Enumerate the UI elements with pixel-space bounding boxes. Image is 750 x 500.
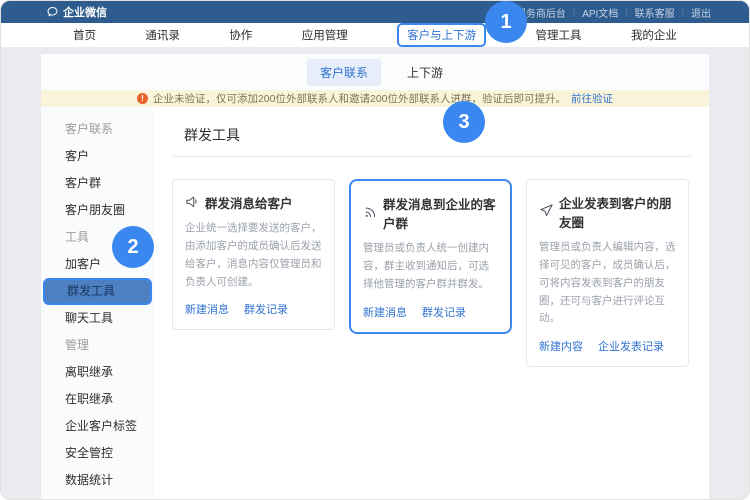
- card-links: 新建消息 群发记录: [185, 301, 322, 317]
- sidebar-group-customer-contact: 客户联系: [41, 116, 154, 143]
- message-history-link[interactable]: 群发记录: [244, 301, 288, 317]
- nav-item-customers-updownstream[interactable]: 客户与上下游: [397, 23, 486, 47]
- separator: |: [573, 7, 575, 17]
- notice-text: 企业未验证，仅可添加200位外部联系人和邀请200位外部联系人进群，验证后即可提…: [153, 91, 566, 106]
- sidebar-item-group-messaging[interactable]: 群发工具: [43, 278, 152, 305]
- go-verify-link[interactable]: 前往验证: [571, 91, 613, 106]
- new-content-link[interactable]: 新建内容: [539, 338, 583, 354]
- title-divider: [172, 156, 691, 157]
- card-title-row: 群发消息给客户: [185, 193, 322, 212]
- wework-admin-window: 企业微信 服务商后台 | API文档 | 联系客服 | 退出 首页 通讯录 协作…: [0, 0, 750, 500]
- card-description: 管理员或负责人统一创建内容，群主收到通知后，可选择他管理的客户群并群发。: [363, 240, 498, 294]
- tool-cards: 群发消息给客户 企业统一选择要发送的客户，由添加客户的成员确认后发送给客户，消息…: [172, 179, 691, 367]
- app-logo-text: 企业微信: [63, 4, 107, 20]
- page-title: 群发工具: [184, 125, 691, 145]
- tab-customer-contact[interactable]: 客户联系: [307, 59, 381, 86]
- contact-support-link[interactable]: 联系客服: [635, 5, 675, 20]
- panel-body: 客户联系 客户 客户群 客户朋友圈 工具 加客户 群发工具 聊天工具 管理 离职…: [41, 107, 709, 500]
- card-title: 群发消息给客户: [205, 193, 293, 212]
- separator: |: [682, 7, 684, 17]
- megaphone-icon: [185, 194, 200, 212]
- topbar: 企业微信 服务商后台 | API文档 | 联系客服 | 退出: [1, 1, 749, 23]
- annotation-badge-1: 1: [485, 1, 527, 43]
- card-title-row: 企业发表到客户的朋友圈: [539, 193, 676, 231]
- sidebar-item-resigned-inheritance[interactable]: 离职继承: [41, 359, 154, 386]
- app-logo: 企业微信: [46, 4, 107, 20]
- tab-updownstream[interactable]: 上下游: [407, 64, 443, 81]
- paper-plane-icon: [539, 203, 554, 221]
- sidebar-item-customers[interactable]: 客户: [41, 143, 154, 170]
- nav-item-contacts[interactable]: 通讯录: [145, 27, 180, 43]
- card-title: 企业发表到客户的朋友圈: [559, 193, 676, 231]
- annotation-badge-3: 3: [443, 101, 485, 143]
- topbar-links: 服务商后台 | API文档 | 联系客服 | 退出: [516, 5, 711, 20]
- main-nav: 首页 通讯录 协作 应用管理 客户与上下游 管理工具 我的企业: [1, 23, 749, 47]
- message-history-link[interactable]: 群发记录: [422, 304, 466, 320]
- sidebar: 客户联系 客户 客户群 客户朋友圈 工具 加客户 群发工具 聊天工具 管理 离职…: [41, 107, 154, 500]
- chat-bubble-icon: [46, 6, 59, 18]
- sidebar-group-management: 管理: [41, 332, 154, 359]
- sidebar-item-chat-tools[interactable]: 聊天工具: [41, 305, 154, 332]
- nav-item-my-company[interactable]: 我的企业: [631, 27, 677, 43]
- card-title: 群发消息到企业的客户群: [383, 194, 498, 232]
- publish-history-link[interactable]: 企业发表记录: [598, 338, 664, 354]
- card-title-row: 群发消息到企业的客户群: [363, 194, 498, 232]
- nav-item-collaboration[interactable]: 协作: [229, 27, 252, 43]
- warning-icon: !: [137, 93, 148, 104]
- nav-item-management-tools[interactable]: 管理工具: [536, 27, 582, 43]
- card-description: 企业统一选择要发送的客户，由添加客户的成员确认后发送给客户，消息内容仅管理员和负…: [185, 220, 322, 291]
- subtab-bar: 客户联系 上下游: [41, 54, 709, 90]
- card-description: 管理员或负责人编辑内容，选择可见的客户，成员确认后，可将内容发表到客户的朋友圈，…: [539, 239, 676, 328]
- page: 客户联系 上下游 ! 企业未验证，仅可添加200位外部联系人和邀请200位外部联…: [1, 47, 749, 500]
- sidebar-item-security-control[interactable]: 安全管控: [41, 440, 154, 467]
- sidebar-item-onjob-inheritance[interactable]: 在职继承: [41, 386, 154, 413]
- card-group-message-to-customer-groups: 群发消息到企业的客户群 管理员或负责人统一创建内容，群主收到通知后，可选择他管理…: [349, 179, 512, 334]
- card-publish-to-customer-moments: 企业发表到客户的朋友圈 管理员或负责人编辑内容，选择可见的客户，成员确认后，可将…: [526, 179, 689, 367]
- nav-item-app-management[interactable]: 应用管理: [302, 27, 348, 43]
- sidebar-item-customer-moments[interactable]: 客户朋友圈: [41, 197, 154, 224]
- nav-item-home[interactable]: 首页: [73, 27, 96, 43]
- broadcast-icon: [363, 204, 378, 222]
- api-docs-link[interactable]: API文档: [582, 5, 618, 20]
- main-content: 群发工具 群发消息给客户: [154, 107, 709, 500]
- new-message-link[interactable]: 新建消息: [363, 304, 407, 320]
- annotation-badge-2: 2: [112, 226, 154, 268]
- sidebar-item-customer-tags[interactable]: 企业客户标签: [41, 413, 154, 440]
- card-links: 新建消息 群发记录: [363, 304, 498, 320]
- content-panel: 客户联系 上下游 ! 企业未验证，仅可添加200位外部联系人和邀请200位外部联…: [41, 54, 709, 500]
- new-message-link[interactable]: 新建消息: [185, 301, 229, 317]
- logout-link[interactable]: 退出: [691, 5, 711, 20]
- card-links: 新建内容 企业发表记录: [539, 338, 676, 354]
- verification-notice-bar: ! 企业未验证，仅可添加200位外部联系人和邀请200位外部联系人进群，验证后即…: [41, 90, 709, 107]
- separator: |: [625, 7, 627, 17]
- sidebar-item-data-statistics[interactable]: 数据统计: [41, 467, 154, 494]
- sidebar-item-customer-groups[interactable]: 客户群: [41, 170, 154, 197]
- card-group-message-to-customers: 群发消息给客户 企业统一选择要发送的客户，由添加客户的成员确认后发送给客户，消息…: [172, 179, 335, 330]
